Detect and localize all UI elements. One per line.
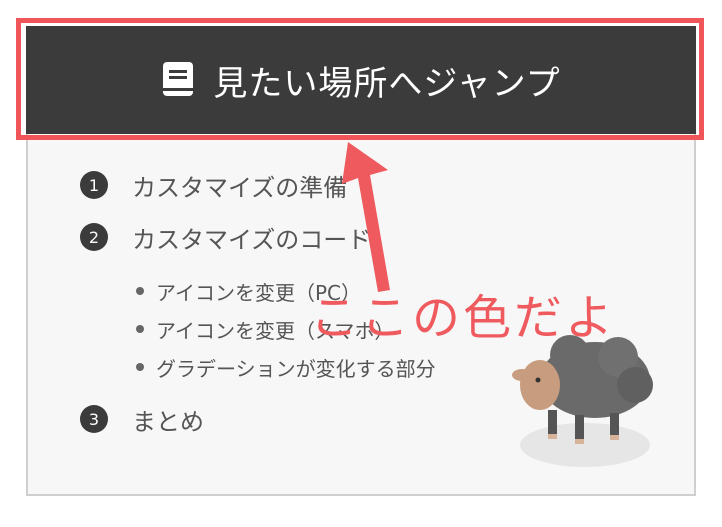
toc-item-label: カスタマイズの準備	[132, 173, 348, 202]
book-icon	[161, 61, 195, 99]
bullet-icon	[136, 325, 144, 333]
toc-item-label: まとめ	[132, 407, 204, 436]
bullet-icon	[136, 287, 144, 295]
arrow-annotation	[342, 142, 390, 292]
toc-subitem-label: グラデーションが変化する部分	[156, 356, 436, 381]
annotation-text: ここの色だよ	[310, 290, 617, 346]
toc-toggle-header[interactable]: 見たい場所へジャンプ	[26, 26, 696, 134]
number-badge: 2	[80, 223, 108, 251]
number-badge: 3	[80, 405, 108, 433]
bullet-icon	[136, 363, 144, 371]
toc-item-3[interactable]: 3 まとめ	[80, 402, 436, 436]
toc-subitem-3[interactable]: グラデーションが変化する部分	[136, 348, 436, 386]
toc-title: 見たい場所へジャンプ	[213, 63, 561, 104]
number-badge: 1	[80, 171, 108, 199]
